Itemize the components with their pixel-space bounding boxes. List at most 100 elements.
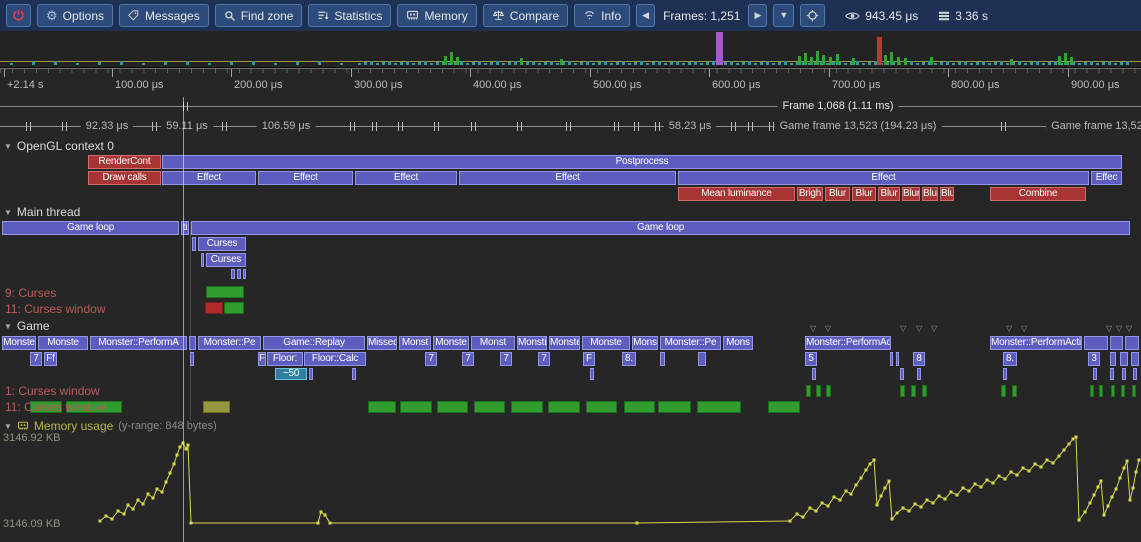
find-zone-button[interactable]: Find zone: [215, 4, 303, 27]
zone-bar[interactable]: Brigh: [797, 187, 823, 201]
zone-bar[interactable]: [1131, 352, 1139, 366]
lock-bar[interactable]: [1132, 385, 1136, 397]
memory-button[interactable]: Memory: [397, 4, 476, 27]
zone-bar[interactable]: Blur: [940, 187, 954, 201]
message-marker-icon[interactable]: ▽: [931, 325, 937, 333]
statistics-button[interactable]: Statistics: [308, 4, 391, 27]
frame-label[interactable]: 58.23 μs: [664, 119, 716, 134]
collapsed-zones-bar[interactable]: ~50: [275, 368, 307, 380]
zone-bar[interactable]: [231, 269, 235, 279]
frame-select-button[interactable]: ▼: [773, 4, 794, 27]
zone-bar[interactable]: Effect: [162, 171, 256, 185]
lock-bar[interactable]: [1012, 385, 1017, 397]
zone-bar[interactable]: Curses: [206, 253, 246, 267]
zone-bar[interactable]: Monste: [582, 336, 630, 350]
zone-bar[interactable]: Mean luminance: [678, 187, 795, 201]
zone-bar[interactable]: F: [583, 352, 595, 366]
lock-bar[interactable]: [1111, 385, 1115, 397]
lock-bar[interactable]: [1099, 385, 1103, 397]
lock-bar[interactable]: [624, 401, 655, 413]
lock-bar[interactable]: [816, 385, 821, 397]
zone-bar[interactable]: Effect: [459, 171, 676, 185]
lock-label[interactable]: 9: Curses: [5, 287, 56, 299]
zone-bar[interactable]: [890, 352, 893, 366]
zone-bar[interactable]: Monste: [2, 336, 36, 350]
message-marker-icon[interactable]: ▽: [1006, 325, 1012, 333]
lock-bar[interactable]: [206, 286, 244, 298]
zone-bar[interactable]: [590, 368, 594, 380]
zone-bar[interactable]: [1110, 352, 1116, 366]
zone-bar[interactable]: Combine: [990, 187, 1086, 201]
zone-bar[interactable]: Effect: [258, 171, 353, 185]
message-marker-icon[interactable]: ▽: [1126, 325, 1132, 333]
zone-bar[interactable]: [1122, 368, 1126, 380]
lock-bar[interactable]: [511, 401, 543, 413]
zone-bar[interactable]: Monster::Pe: [198, 336, 261, 350]
lock-bar[interactable]: [697, 401, 741, 413]
zone-bar[interactable]: Blur: [902, 187, 920, 201]
zone-bar[interactable]: [1125, 336, 1139, 350]
zone-bar[interactable]: Monster::Pe: [660, 336, 721, 350]
zone-bar[interactable]: Effec: [1091, 171, 1122, 185]
frame-label[interactable]: Game frame 13,523 (194.23 μs): [775, 119, 942, 134]
message-marker-icon[interactable]: ▽: [1116, 325, 1122, 333]
zone-bar[interactable]: Postprocess: [162, 155, 1122, 169]
zone-bar[interactable]: Monste: [433, 336, 469, 350]
lock-label[interactable]: 1: Curses window: [5, 385, 100, 397]
frame-label[interactable]: 92.33 μs: [81, 119, 133, 134]
frame-band-game[interactable]: 92.33 μs59.11 μs106.59 μs58.23 μsGame fr…: [0, 117, 1141, 136]
zone-bar[interactable]: [309, 368, 313, 380]
message-marker-icon[interactable]: ▽: [810, 325, 816, 333]
lock-bar[interactable]: [1001, 385, 1006, 397]
lock-bar[interactable]: [826, 385, 831, 397]
zone-bar[interactable]: Monst: [471, 336, 515, 350]
zone-bar[interactable]: Floor::Calc: [304, 352, 366, 366]
lock-bar[interactable]: [586, 401, 617, 413]
lock-bar[interactable]: [203, 401, 230, 413]
lock-bar[interactable]: [224, 302, 244, 314]
zone-bar[interactable]: Monst: [399, 336, 431, 350]
lock-bar[interactable]: [806, 385, 811, 397]
zone-bar[interactable]: Mons: [723, 336, 753, 350]
zone-bar[interactable]: 7: [500, 352, 512, 366]
zone-bar[interactable]: Game::Replay: [263, 336, 365, 350]
zone-bar[interactable]: [352, 368, 356, 380]
messages-button[interactable]: Messages: [119, 4, 209, 27]
zone-bar[interactable]: Ff: [44, 352, 57, 366]
lock-bar[interactable]: [658, 401, 691, 413]
zone-bar[interactable]: [243, 269, 246, 279]
zone-bar[interactable]: [190, 352, 194, 366]
zone-bar[interactable]: Game loop: [191, 221, 1130, 235]
zone-bar[interactable]: [201, 253, 204, 267]
zone-bar[interactable]: [1093, 368, 1097, 380]
frame-label[interactable]: Frame 1,068 (1.11 ms): [777, 99, 898, 114]
info-button[interactable]: Info: [574, 4, 630, 27]
lock-bar[interactable]: [900, 385, 905, 397]
zone-bar[interactable]: Monsti: [517, 336, 547, 350]
lock-bar[interactable]: [1121, 385, 1125, 397]
zone-bar[interactable]: Monste: [549, 336, 580, 350]
zone-bar[interactable]: Blur: [852, 187, 876, 201]
time-ruler[interactable]: +2.14 s100.00 μs200.00 μs300.00 μs400.00…: [0, 68, 1141, 97]
lock-bar[interactable]: [368, 401, 396, 413]
focus-frame-button[interactable]: [800, 4, 825, 27]
section-header-main-thread[interactable]: ▼ Main thread: [4, 205, 80, 219]
message-marker-icon[interactable]: ▽: [825, 325, 831, 333]
prev-frame-button[interactable]: ◀: [636, 4, 655, 27]
frame-label[interactable]: Game frame 13,525: [1046, 119, 1141, 134]
zone-bar[interactable]: [812, 368, 816, 380]
frame-overview-strip[interactable]: [0, 31, 1141, 68]
zone-bar[interactable]: Missed: [367, 336, 397, 350]
zone-bar[interactable]: 3: [1088, 352, 1100, 366]
lock-bar[interactable]: [1090, 385, 1094, 397]
zone-bar[interactable]: RenderCont: [88, 155, 161, 169]
zone-bar[interactable]: Game loop: [2, 221, 179, 235]
zone-bar[interactable]: 7: [30, 352, 42, 366]
zone-bar[interactable]: [1110, 368, 1114, 380]
lock-bar[interactable]: [911, 385, 916, 397]
section-header-opengl[interactable]: ▼ OpenGL context 0: [4, 139, 114, 153]
zone-bar[interactable]: Blur: [922, 187, 938, 201]
zone-bar[interactable]: [1120, 352, 1128, 366]
zone-bar[interactable]: 7: [538, 352, 550, 366]
zone-bar[interactable]: Draw calls: [88, 171, 161, 185]
